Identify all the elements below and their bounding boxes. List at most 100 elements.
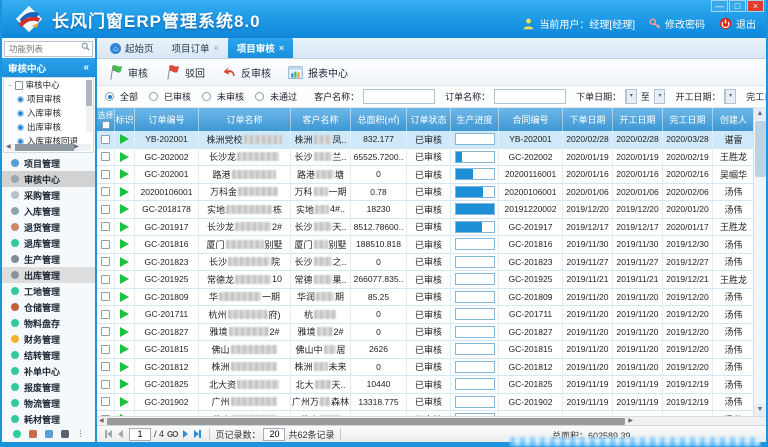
sidebar-menu-item[interactable]: 工地管理 [2, 283, 95, 299]
header-finish-date[interactable]: 完工日期 [663, 108, 713, 131]
start-date-input[interactable]: / /▾ [724, 89, 736, 104]
tree-root-node[interactable]: − 审核中心 [4, 78, 93, 92]
table-row[interactable]: GC-2018178 实地栋 实地4#.. 18230 已审核 20191220… [97, 201, 766, 219]
header-creator[interactable]: 创建人 [713, 108, 755, 131]
last-page-button[interactable] [194, 430, 201, 438]
row-checkbox[interactable] [101, 170, 110, 179]
window-close-button[interactable]: × [747, 0, 764, 12]
table-row[interactable]: GC-201917 长沙龙2# 长沙天.. 8512.78600.. 已审核 G… [97, 219, 766, 237]
header-progress[interactable]: 生产进度 [451, 108, 499, 131]
header-area[interactable]: 总面积(㎡) [351, 108, 407, 131]
table-row[interactable]: YB-202001 株洲党校 株洲凤.. 832.177 已审核 YB-2020… [97, 131, 766, 149]
sidebar-menu-item[interactable]: 物料盘存 [2, 315, 95, 331]
prev-page-button[interactable] [118, 430, 123, 438]
radio-audited[interactable] [149, 92, 158, 101]
tree-hscroll-thumb[interactable] [15, 144, 75, 151]
row-checkbox[interactable] [101, 345, 110, 354]
table-row[interactable]: GC-202001 路港 路港塘 0 已审核 20200116001 2020/… [97, 166, 766, 184]
order-date-from-input[interactable]: / /▾ [625, 89, 637, 104]
row-checkbox[interactable] [101, 397, 110, 406]
sidebar-menu-item[interactable]: 仓储管理 [2, 299, 95, 315]
header-order-name[interactable]: 订单名称 [199, 108, 291, 131]
grid-vscroll-thumb[interactable] [755, 121, 766, 177]
reject-button[interactable]: 驳回 [164, 64, 205, 81]
change-password-button[interactable]: 修改密码 [649, 16, 705, 31]
table-row[interactable]: GC-201815 佛山 佛山中居 2626 已审核 GC-201815 201… [97, 341, 766, 359]
tree-expand-icon[interactable]: − [7, 81, 12, 90]
report-center-button[interactable]: 报表中心 [287, 64, 348, 81]
table-row[interactable]: GC-201812 株洲 株洲未来 0 已审核 GC-201812 2019/1… [97, 359, 766, 377]
row-checkbox[interactable] [101, 240, 110, 249]
header-status[interactable]: 订单状态 [407, 108, 451, 131]
reverse-audit-button[interactable]: 反审核 [221, 64, 271, 80]
chevron-down-icon[interactable]: ▾ [654, 90, 664, 103]
customer-name-input[interactable] [363, 89, 435, 104]
sidebar-menu-item[interactable]: 采购管理 [2, 187, 95, 203]
close-tab-icon[interactable]: × [214, 43, 219, 53]
header-customer[interactable]: 客户名称 [291, 108, 351, 131]
tree-hscroll-left-icon[interactable]: ◀ [6, 144, 11, 151]
table-row[interactable]: 20200106001 万科金 万科一期 0.78 已审核 2020010600… [97, 184, 766, 202]
tab-project-audit[interactable]: 项目审核 × [228, 38, 293, 58]
tab-project-orders[interactable]: 项目订单 × [163, 38, 228, 58]
row-checkbox[interactable] [101, 380, 110, 389]
sidebar-menu-item[interactable]: 物流管理 [2, 395, 95, 411]
more-modules-icon[interactable]: ⋮ [77, 430, 85, 438]
first-page-button[interactable] [105, 430, 112, 438]
go-page-button[interactable]: GO [167, 430, 177, 439]
next-page-button[interactable] [183, 430, 188, 438]
header-start-date[interactable]: 开工日期 [613, 108, 663, 131]
close-tab-icon[interactable]: × [279, 43, 284, 53]
radio-failed[interactable] [255, 92, 264, 101]
sidebar-menu-item[interactable]: 生产管理 [2, 251, 95, 267]
page-size-input[interactable] [263, 428, 285, 441]
row-checkbox[interactable] [101, 310, 110, 319]
table-row[interactable]: GC-201827 雅境2# 雅境2# 0 已审核 GC-201827 2019… [97, 324, 766, 342]
sidebar-menu-item[interactable]: 报废管理 [2, 379, 95, 395]
radio-unaudited[interactable] [202, 92, 211, 101]
grid-hscroll-thumb[interactable] [107, 418, 626, 425]
row-checkbox[interactable] [101, 222, 110, 231]
sidebar-menu-item[interactable]: 退货管理 [2, 219, 95, 235]
chevron-down-icon[interactable]: ▾ [626, 90, 636, 103]
module-dot-icon[interactable] [13, 430, 21, 438]
table-row[interactable]: GC-201825 北大资 北大天.. 10440 已审核 GC-201825 … [97, 376, 766, 394]
tree-vertical-scrollbar[interactable] [86, 80, 92, 132]
sidebar-menu-item[interactable]: 财务管理 [2, 331, 95, 347]
row-checkbox[interactable] [101, 292, 110, 301]
order-name-input[interactable] [494, 89, 566, 104]
row-checkbox[interactable] [101, 135, 110, 144]
table-row[interactable]: GC-201809 华一期 华润期 85.25 已审核 GC-201809 20… [97, 289, 766, 307]
select-all-checkbox[interactable] [102, 121, 110, 129]
tree-hscroll-right-icon[interactable]: ▶ [74, 144, 79, 151]
row-checkbox[interactable] [101, 327, 110, 336]
header-order-no[interactable]: 订单编号 [135, 108, 199, 131]
tab-home[interactable]: ⌂ 起始页 [101, 38, 163, 58]
window-minimize-button[interactable]: — [711, 0, 728, 12]
scroll-down-icon[interactable]: ▼ [754, 404, 767, 416]
tree-horizontal-scrollbar[interactable]: ◀ ▶ [6, 144, 91, 151]
table-row[interactable]: GC-201925 常德龙10 常德果.. 266077.835.. 已审核 G… [97, 271, 766, 289]
tree-child-node[interactable]: 入库审核 [4, 106, 93, 120]
collapse-panel-icon[interactable]: « [83, 62, 89, 73]
row-checkbox[interactable] [101, 187, 110, 196]
row-checkbox[interactable] [101, 152, 110, 161]
tree-vscroll-thumb[interactable] [86, 80, 92, 106]
grid-horizontal-scrollbar[interactable]: ◀ ▶ [97, 416, 766, 425]
sidebar-menu-item[interactable]: 入库管理 [2, 203, 95, 219]
window-maximize-button[interactable]: □ [729, 0, 746, 12]
chevron-down-icon[interactable]: ▾ [725, 90, 735, 103]
sidebar-menu-item[interactable]: 项目管理 [2, 155, 95, 171]
sidebar-menu-item[interactable]: 补单中心 [2, 363, 95, 379]
page-number-input[interactable] [129, 428, 151, 441]
order-date-to-input[interactable]: / /▾ [654, 89, 666, 104]
leaf-icon[interactable] [45, 430, 53, 438]
row-checkbox[interactable] [101, 257, 110, 266]
search-icon[interactable] [81, 42, 90, 51]
table-row[interactable]: GC-201823 长沙院 长沙之.. 0 已审核 GC-201823 2019… [97, 254, 766, 272]
sidebar-menu-item[interactable]: 审核中心 [2, 171, 95, 187]
row-checkbox[interactable] [101, 362, 110, 371]
sidebar-menu-item[interactable]: 结转管理 [2, 347, 95, 363]
sidebar-menu-item[interactable]: 退库管理 [2, 235, 95, 251]
radio-all[interactable] [105, 92, 114, 101]
